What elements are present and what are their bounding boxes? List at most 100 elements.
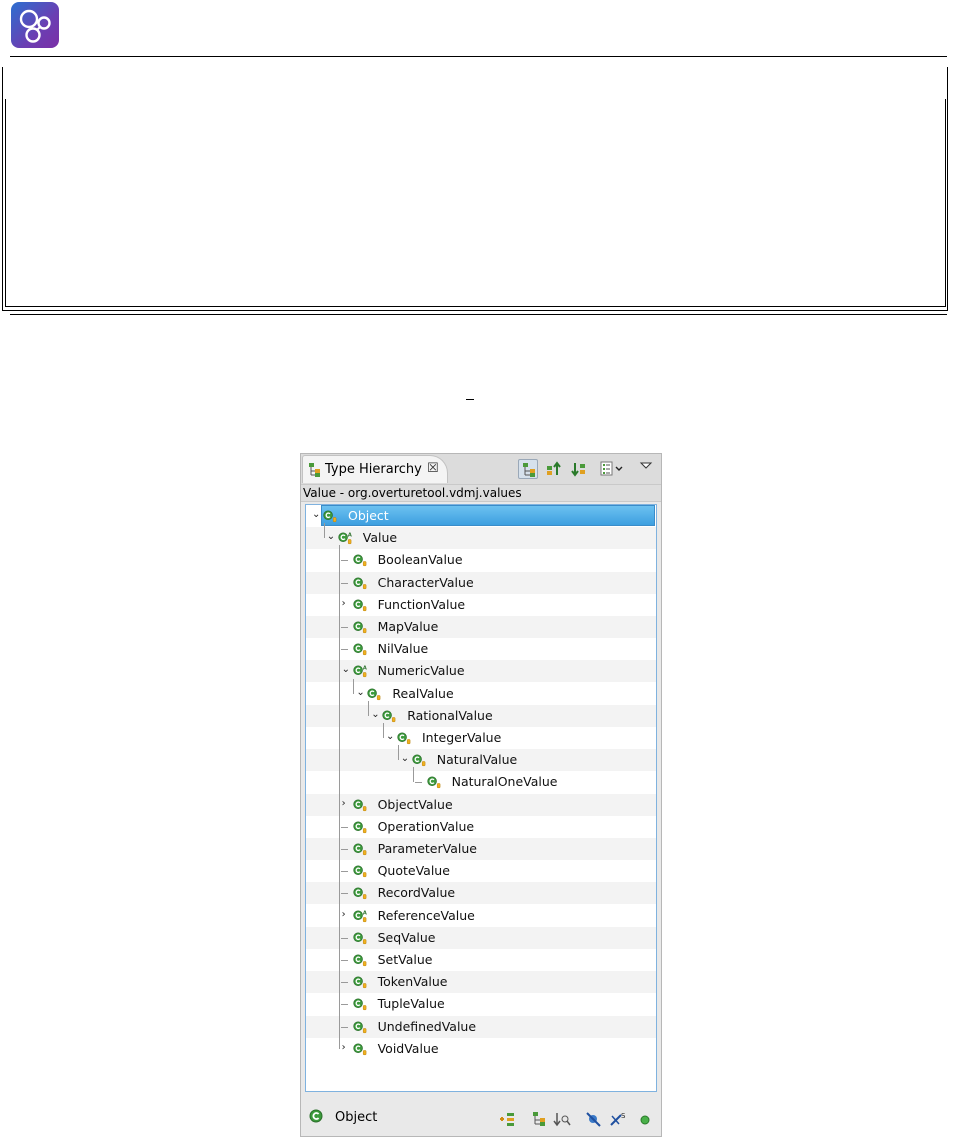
expand-chevron-down-icon[interactable]: ⌄ bbox=[312, 509, 321, 521]
expand-chevron-down-icon[interactable]: ⌄ bbox=[401, 753, 410, 765]
collapse-chevron-right-icon[interactable]: › bbox=[342, 1042, 351, 1054]
view-menu-button[interactable] bbox=[636, 459, 656, 479]
tree-item-label: ReferenceValue bbox=[377, 907, 475, 923]
tree-guide-line bbox=[397, 745, 399, 761]
tree-guide-line bbox=[323, 523, 325, 539]
tree-item-label: ObjectValue bbox=[377, 796, 453, 812]
tree-row[interactable]: TupleValue bbox=[306, 993, 656, 1015]
tree-row[interactable]: ⌄ Object bbox=[306, 505, 656, 527]
history-dropdown-button[interactable] bbox=[598, 459, 628, 479]
class-icon bbox=[352, 932, 366, 944]
close-icon[interactable]: ☒ bbox=[427, 461, 439, 476]
hide-static-icon[interactable]: S bbox=[609, 1111, 627, 1127]
tree-item-label: SetValue bbox=[377, 952, 433, 967]
class-icon bbox=[426, 776, 440, 789]
tree-row[interactable]: ⌄ RationalValue bbox=[306, 704, 656, 727]
tree-row[interactable]: ⌄ A Value bbox=[306, 527, 656, 550]
tree-row[interactable]: UndefinedValue bbox=[306, 1015, 656, 1038]
tree-row[interactable]: NaturalOneValue bbox=[306, 771, 656, 793]
hierarchy-status-text: Value - org.overturetool.vdmj.values bbox=[303, 486, 522, 500]
expand-chevron-down-icon[interactable]: ⌄ bbox=[327, 531, 336, 543]
expand-chevron-down-icon[interactable]: ⌄ bbox=[386, 731, 395, 743]
tree-connector bbox=[340, 582, 348, 584]
tree-item-label: MapValue bbox=[377, 619, 439, 634]
tree-row[interactable]: ⌄ RealValue bbox=[306, 683, 656, 705]
tree-row[interactable]: ParameterValue bbox=[306, 838, 656, 860]
hide-fields-icon[interactable] bbox=[585, 1111, 603, 1127]
class-icon bbox=[352, 1043, 366, 1055]
tree-row[interactable]: ⌄ NaturalValue bbox=[306, 749, 656, 772]
tree-item-label: OperationValue bbox=[377, 818, 475, 834]
tree-row[interactable]: SeqValue bbox=[306, 926, 656, 949]
type-hierarchy-icon bbox=[523, 463, 535, 477]
tree-row[interactable]: › ObjectValue bbox=[306, 793, 656, 816]
show-type-hierarchy-button[interactable] bbox=[518, 459, 538, 479]
tree-row[interactable]: › FunctionValue bbox=[306, 594, 656, 616]
tree-row[interactable]: NilValue bbox=[306, 638, 656, 660]
tree-connector bbox=[340, 826, 348, 828]
expand-chevron-down-icon[interactable]: ⌄ bbox=[371, 709, 380, 721]
class-icon bbox=[352, 954, 366, 967]
tree-item-label: NilValue bbox=[377, 641, 429, 657]
tree-row[interactable]: OperationValue bbox=[306, 816, 656, 838]
underscore-mark bbox=[466, 399, 474, 400]
overture-logo bbox=[11, 2, 59, 48]
tree-row[interactable]: ⌄ IntegerValue bbox=[306, 727, 656, 749]
tree-row[interactable]: SetValue bbox=[306, 949, 656, 971]
header-divider bbox=[10, 56, 947, 57]
expand-chevron-down-icon[interactable]: ⌄ bbox=[356, 687, 365, 699]
tree-row[interactable]: › A ReferenceValue bbox=[306, 905, 656, 927]
view-menu-icon bbox=[639, 462, 653, 469]
sort-by-type-icon[interactable] bbox=[530, 1111, 548, 1127]
tree-item-label: RationalValue bbox=[407, 707, 493, 723]
tree-item-label: NumericValue bbox=[377, 663, 465, 679]
tree-connector bbox=[414, 782, 422, 784]
tree-item-label: QuoteValue bbox=[377, 863, 450, 879]
tree-connector bbox=[340, 560, 348, 562]
svg-text:A: A bbox=[362, 910, 366, 916]
class-icon bbox=[352, 976, 366, 989]
class-icon bbox=[397, 732, 411, 745]
tree-row[interactable]: CharacterValue bbox=[306, 571, 656, 594]
collapse-chevron-right-icon[interactable]: › bbox=[342, 909, 351, 921]
tree-row[interactable]: QuoteValue bbox=[306, 860, 656, 882]
class-icon bbox=[352, 621, 366, 634]
tab-type-hierarchy[interactable]: Type Hierarchy ☒ bbox=[302, 455, 448, 483]
class-icon bbox=[367, 688, 381, 700]
tree-row[interactable]: BooleanValue bbox=[306, 549, 656, 571]
tree-connector bbox=[340, 871, 348, 873]
tree-row[interactable]: TokenValue bbox=[306, 971, 656, 994]
class-icon bbox=[412, 754, 426, 767]
show-supertype-hierarchy-button[interactable] bbox=[544, 459, 564, 479]
inherited-members-icon[interactable] bbox=[498, 1111, 516, 1127]
tree-guide-line bbox=[412, 767, 414, 783]
supertype-hierarchy-icon bbox=[547, 461, 561, 475]
tree-item-label: BooleanValue bbox=[377, 552, 463, 568]
expand-chevron-down-icon[interactable]: ⌄ bbox=[342, 664, 351, 676]
type-hierarchy-icon bbox=[309, 463, 320, 477]
lock-view-icon[interactable] bbox=[553, 1111, 571, 1127]
class-icon bbox=[352, 799, 366, 811]
svg-text:A: A bbox=[348, 533, 352, 539]
tree-row[interactable]: › VoidValue bbox=[306, 1038, 656, 1060]
show-subtype-hierarchy-button[interactable] bbox=[569, 459, 589, 479]
listing-divider bbox=[10, 314, 947, 315]
class-icon bbox=[382, 710, 396, 722]
collapse-chevron-right-icon[interactable]: › bbox=[342, 798, 351, 810]
type-hierarchy-view: Type Hierarchy ☒ Value - org.overturetoo… bbox=[300, 453, 662, 1137]
hierarchy-tree[interactable]: ⌄ Object ⌄ A Value BooleanValue CharacterValue… bbox=[305, 504, 657, 1092]
tree-item-label: Object bbox=[348, 508, 389, 523]
hide-non-public-icon[interactable] bbox=[636, 1111, 654, 1127]
class-icon bbox=[352, 843, 366, 856]
abstract-class-icon: A bbox=[352, 910, 366, 922]
tree-item-label: RecordValue bbox=[377, 885, 456, 901]
tree-connector bbox=[340, 982, 348, 984]
tree-row[interactable]: RecordValue bbox=[306, 882, 656, 905]
tree-row[interactable]: MapValue bbox=[306, 616, 656, 638]
tree-item-label: Value bbox=[362, 530, 398, 546]
member-pane-toolbar: Object S bbox=[301, 1094, 661, 1136]
abstract-class-icon: A bbox=[338, 532, 352, 545]
tree-row[interactable]: ⌄ A NumericValue bbox=[306, 660, 656, 683]
svg-text:S: S bbox=[621, 1112, 626, 1120]
collapse-chevron-right-icon[interactable]: › bbox=[342, 598, 351, 610]
